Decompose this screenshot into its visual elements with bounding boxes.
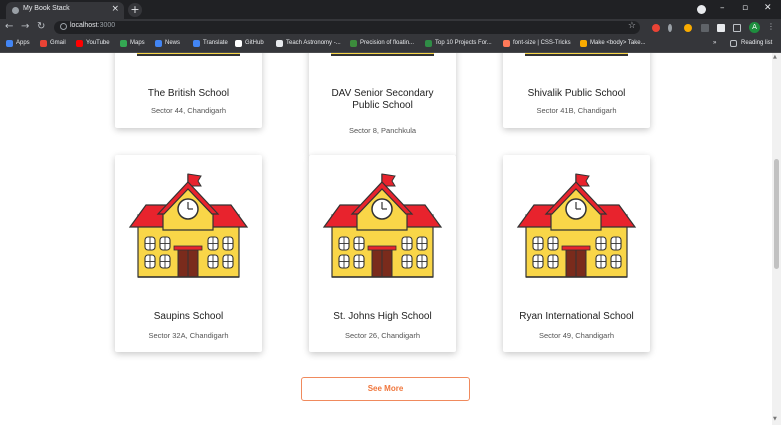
- bookmark-item[interactable]: Apps: [16, 40, 30, 46]
- more-bookmarks-icon[interactable]: »: [713, 40, 716, 46]
- blog-icon: [580, 40, 587, 47]
- school-location: Sector 26, Chandigarh: [344, 331, 421, 340]
- extension-icon[interactable]: [701, 24, 709, 32]
- bookmark-item[interactable]: Make <body> Take...: [590, 40, 646, 46]
- close-tab-icon[interactable]: ×: [111, 4, 119, 14]
- bookmark-item[interactable]: Maps: [130, 40, 145, 46]
- tab-strip: My Book Stack × + – ▫ ✕: [0, 0, 781, 19]
- school-card[interactable]: Shivalik Public School Sector 41B, Chandi…: [503, 53, 650, 128]
- maximize-icon[interactable]: ▫: [742, 3, 748, 13]
- maps-icon: [120, 40, 127, 47]
- address-bar[interactable]: localhost:3000 ☆: [54, 21, 640, 34]
- bookmark-item[interactable]: font-size | CSS-Tricks: [513, 40, 571, 46]
- page-viewport: The British School Sector 44, Chandigarh D…: [0, 53, 772, 425]
- scrollbar[interactable]: ▲ ▼: [772, 53, 781, 425]
- bookmark-item[interactable]: YouTube: [86, 40, 110, 46]
- school-name: Ryan International School: [519, 311, 634, 322]
- bookmark-item[interactable]: News: [165, 40, 180, 46]
- avatar[interactable]: A: [749, 22, 760, 33]
- gmail-icon: [40, 40, 47, 47]
- bookmark-item[interactable]: Gmail: [50, 40, 66, 46]
- bookmark-item[interactable]: GitHub: [245, 40, 264, 46]
- school-location: Sector 8, Panchkula: [348, 126, 417, 135]
- bookmark-star-icon[interactable]: ☆: [628, 21, 636, 31]
- browser-tab[interactable]: My Book Stack ×: [6, 2, 124, 19]
- school-location: Sector 32A, Chandigarh: [148, 331, 229, 340]
- school-location: Sector 49, Chandigarh: [538, 331, 615, 340]
- see-more-button[interactable]: See More: [301, 377, 470, 401]
- school-name: Saupins School: [153, 311, 224, 322]
- extension-icon[interactable]: [684, 24, 692, 32]
- school-card[interactable]: Ryan International School Sector 49, Chan…: [503, 155, 650, 352]
- school-building-icon: [128, 173, 249, 278]
- school-card[interactable]: Saupins School Sector 32A, Chandigarh: [115, 155, 262, 352]
- school-card[interactable]: St. Johns High School Sector 26, Chandiga…: [309, 155, 456, 352]
- youtube-icon: [76, 40, 83, 47]
- globe-icon: [12, 7, 19, 14]
- school-name: The British School: [147, 88, 230, 99]
- school-name: St. Johns High School: [333, 311, 432, 322]
- reading-list-button[interactable]: Reading list: [741, 40, 772, 46]
- tab-title: My Book Stack: [23, 5, 70, 12]
- school-location: Sector 41B, Chandigarh: [536, 106, 617, 115]
- bookmark-item[interactable]: Top 10 Projects For...: [435, 40, 492, 46]
- school-building-icon: [322, 173, 443, 278]
- astronomy-icon: [276, 40, 283, 47]
- school-card[interactable]: DAV Senior Secondary Public School Sector…: [309, 53, 456, 156]
- scrollbar-thumb[interactable]: [774, 159, 779, 269]
- school-building-icon: [331, 53, 434, 56]
- translate-icon: [193, 40, 200, 47]
- school-building-icon: [137, 53, 240, 56]
- bookmark-item[interactable]: Teach Astronomy -...: [286, 40, 341, 46]
- stackoverflow-icon: [350, 40, 357, 47]
- reading-list-icon: [730, 40, 737, 47]
- github-icon: [235, 40, 242, 47]
- school-building-icon: [516, 173, 637, 278]
- side-panel-icon[interactable]: [733, 24, 741, 32]
- scroll-up-icon[interactable]: ▲: [773, 54, 777, 60]
- school-name: DAV Senior Secondary Public School: [331, 88, 434, 111]
- forward-icon[interactable]: →: [21, 21, 29, 32]
- geeks-icon: [425, 40, 432, 47]
- school-name: Shivalik Public School: [527, 88, 626, 99]
- bookmark-item[interactable]: Translate: [203, 40, 228, 46]
- school-building-icon: [525, 53, 628, 56]
- new-tab-button[interactable]: +: [128, 3, 142, 17]
- browser-toolbar: ← → ↻ localhost:3000 ☆ A ⋮: [0, 19, 781, 36]
- mic-extension-icon[interactable]: [668, 24, 672, 32]
- scroll-down-icon[interactable]: ▼: [773, 416, 777, 422]
- profile-icon[interactable]: [697, 5, 706, 14]
- bookmarks-bar: » Reading list Apps Gmail YouTube Maps News T…: [0, 36, 781, 53]
- apps-grid-icon: [6, 40, 13, 47]
- close-window-icon[interactable]: ✕: [764, 3, 772, 13]
- school-card[interactable]: The British School Sector 44, Chandigarh: [115, 53, 262, 128]
- back-icon[interactable]: ←: [5, 21, 13, 32]
- news-icon: [155, 40, 162, 47]
- info-icon[interactable]: [60, 23, 67, 30]
- school-location: Sector 44, Chandigarh: [150, 106, 227, 115]
- puzzle-icon[interactable]: [717, 24, 725, 32]
- url-text[interactable]: localhost:3000: [70, 22, 115, 29]
- minimize-icon[interactable]: –: [720, 3, 725, 13]
- pdf-extension-icon[interactable]: [652, 24, 660, 32]
- bookmark-item[interactable]: Precision of floatin...: [360, 40, 414, 46]
- reload-icon[interactable]: ↻: [37, 21, 45, 32]
- menu-kebab-icon[interactable]: ⋮: [767, 22, 775, 31]
- csstricks-icon: [503, 40, 510, 47]
